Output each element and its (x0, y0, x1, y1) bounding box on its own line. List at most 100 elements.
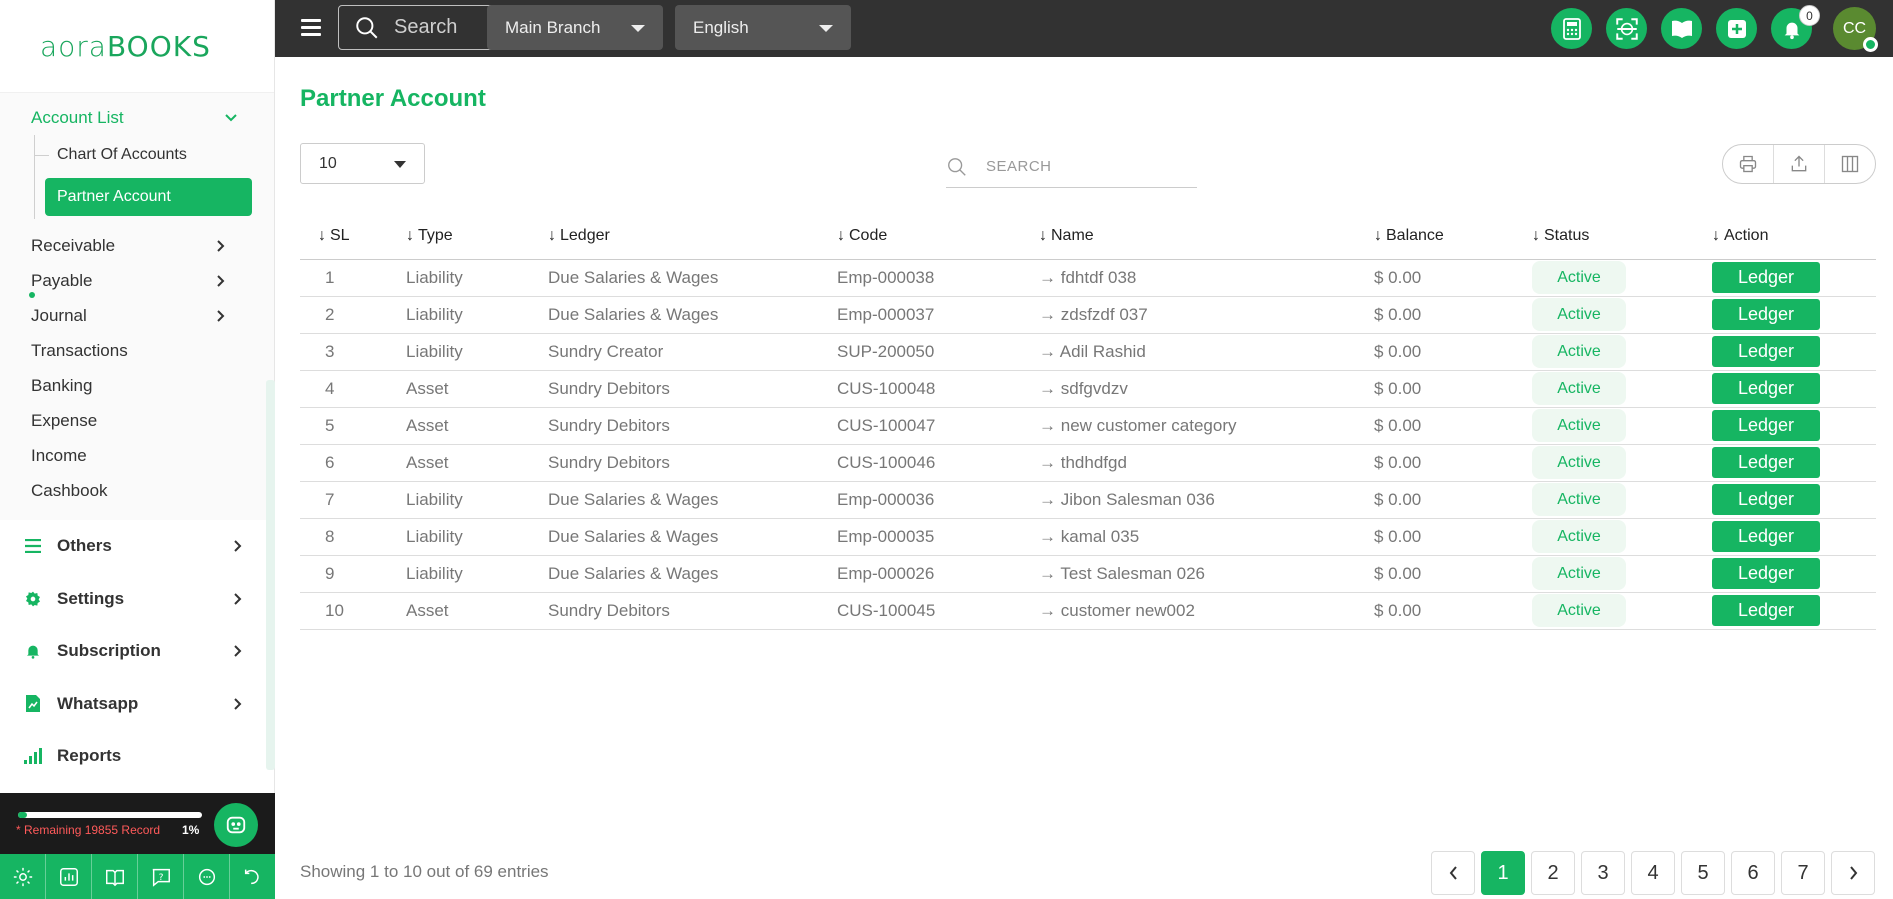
cell-sl: 2 (300, 296, 406, 334)
ledger-button[interactable]: Ledger (1712, 336, 1820, 367)
cell-action: Ledger (1712, 481, 1876, 519)
column-header-action[interactable]: ↓ Action (1712, 214, 1876, 260)
sidebar-item-cashbook[interactable]: Cashbook (0, 473, 274, 508)
column-header-sl[interactable]: ↓ SL (300, 214, 406, 260)
chevron-right-icon (234, 698, 242, 710)
calculator-button[interactable] (1551, 8, 1592, 49)
cell-name: → thdhdfgd (1039, 444, 1374, 482)
sidebar-item-receivable[interactable]: Receivable (0, 228, 274, 263)
sidebar-item-whatsapp[interactable]: Whatsapp (0, 678, 275, 731)
columns-button[interactable] (1825, 145, 1875, 183)
page-button-4[interactable]: 4 (1631, 851, 1675, 895)
ledger-button[interactable]: Ledger (1712, 262, 1820, 293)
cell-code: CUS-100046 (837, 444, 1039, 482)
prev-page-button[interactable] (1431, 851, 1475, 895)
page-button-6[interactable]: 6 (1731, 851, 1775, 895)
sidebar-item-label: Subscription (57, 641, 161, 661)
menu-toggle-button[interactable] (301, 19, 321, 37)
sort-arrow-icon: ↓ (318, 227, 326, 245)
book-icon (105, 869, 124, 886)
cell-code: CUS-100047 (837, 407, 1039, 445)
sidebar-item-expense[interactable]: Expense (0, 403, 274, 438)
sidebar-item-payable[interactable]: Payable (0, 263, 274, 298)
ledger-button[interactable]: Ledger (1712, 299, 1820, 330)
add-new-button[interactable] (1716, 8, 1757, 49)
footer-logout-button[interactable] (230, 854, 275, 899)
footer-guide-button[interactable] (92, 854, 138, 899)
sidebar-item-transactions[interactable]: Transactions (0, 333, 274, 368)
sidebar-item-journal[interactable]: Journal (0, 298, 274, 333)
scan-button[interactable] (1606, 8, 1647, 49)
sidebar-item-label: Journal (31, 305, 87, 325)
sidebar-item-income[interactable]: Income (0, 438, 274, 473)
page-length-select[interactable]: 10 (300, 143, 425, 184)
column-header-ledger[interactable]: ↓ Ledger (548, 214, 837, 260)
ledger-button[interactable]: Ledger (1712, 595, 1820, 626)
cell-balance: $ 0.00 (1374, 407, 1532, 445)
ledger-button[interactable]: Ledger (1712, 410, 1820, 441)
printer-icon (1739, 155, 1757, 173)
ledger-button[interactable]: Ledger (1712, 373, 1820, 404)
sidebar-scrollbar[interactable] (266, 380, 275, 770)
status-badge: Active (1532, 409, 1626, 442)
column-header-code[interactable]: ↓ Code (837, 214, 1039, 260)
branch-select[interactable]: Main Branch (487, 5, 663, 50)
page-button-2[interactable]: 2 (1531, 851, 1575, 895)
page-button-7[interactable]: 7 (1781, 851, 1825, 895)
footer-reports-button[interactable] (46, 854, 92, 899)
arrow-right-icon: → (1039, 489, 1061, 509)
language-select[interactable]: English (675, 5, 851, 50)
status-badge: Active (1532, 594, 1626, 627)
sidebar-item-chart-of-accounts[interactable]: Chart Of Accounts (31, 135, 274, 175)
print-button[interactable] (1723, 145, 1774, 183)
sidebar-item-others[interactable]: Others (0, 520, 275, 573)
cell-action: Ledger (1712, 370, 1876, 408)
ledger-button[interactable]: Ledger (1712, 558, 1820, 589)
sidebar-item-subscription[interactable]: Subscription (0, 625, 275, 678)
sidebar-item-account-list[interactable]: Account List (0, 101, 274, 135)
cell-status: Active (1532, 259, 1712, 297)
status-badge: Active (1532, 446, 1626, 479)
cell-balance: $ 0.00 (1374, 259, 1532, 297)
export-button[interactable] (1774, 145, 1825, 183)
ledger-button[interactable]: Ledger (1712, 484, 1820, 515)
cell-code: Emp-000037 (837, 296, 1039, 334)
cell-type: Liability (406, 481, 548, 519)
sidebar-footer: * Remaining 19855 Record 1% ? (0, 793, 275, 899)
table-row: 6 Asset Sundry Debitors CUS-100046 → thdhdfg… (300, 444, 1876, 482)
cell-balance: $ 0.00 (1374, 481, 1532, 519)
cell-ledger: Sundry Debitors (548, 407, 837, 445)
page-button-3[interactable]: 3 (1581, 851, 1625, 895)
arrow-right-icon: → (1039, 341, 1060, 361)
footer-chat-button[interactable] (184, 854, 230, 899)
sidebar-item-reports[interactable]: Reports (0, 730, 275, 783)
cell-ledger: Due Salaries & Wages (548, 481, 837, 519)
cell-type: Liability (406, 296, 548, 334)
table-search[interactable] (946, 146, 1197, 188)
cell-action: Ledger (1712, 592, 1876, 630)
logo[interactable]: aoraBOOKS (0, 0, 274, 92)
cell-name: → kamal 035 (1039, 518, 1374, 556)
sidebar-item-banking[interactable]: Banking (0, 368, 274, 403)
column-header-name[interactable]: ↓ Name (1039, 214, 1374, 260)
book-button[interactable] (1661, 8, 1702, 49)
cell-name: → new customer category (1039, 407, 1374, 445)
footer-settings-button[interactable] (0, 854, 46, 899)
column-header-balance[interactable]: ↓ Balance (1374, 214, 1532, 260)
cell-type: Asset (406, 370, 548, 408)
column-header-type[interactable]: ↓ Type (406, 214, 548, 260)
page-button-1[interactable]: 1 (1481, 851, 1525, 895)
footer-help-button[interactable]: ? (138, 854, 184, 899)
ai-assistant-button[interactable] (214, 803, 258, 847)
ledger-button[interactable]: Ledger (1712, 521, 1820, 552)
table-row: 5 Asset Sundry Debitors CUS-100047 → new cus… (300, 407, 1876, 445)
next-page-button[interactable] (1831, 851, 1875, 895)
sidebar-item-settings[interactable]: Settings (0, 573, 275, 626)
page-button-5[interactable]: 5 (1681, 851, 1725, 895)
sidebar-item-partner-account[interactable]: Partner Account (45, 178, 252, 216)
table-search-input[interactable] (986, 158, 1186, 175)
column-header-status[interactable]: ↓ Status (1532, 214, 1712, 260)
avatar[interactable]: CC (1833, 7, 1878, 52)
cell-action: Ledger (1712, 296, 1876, 334)
ledger-button[interactable]: Ledger (1712, 447, 1820, 478)
